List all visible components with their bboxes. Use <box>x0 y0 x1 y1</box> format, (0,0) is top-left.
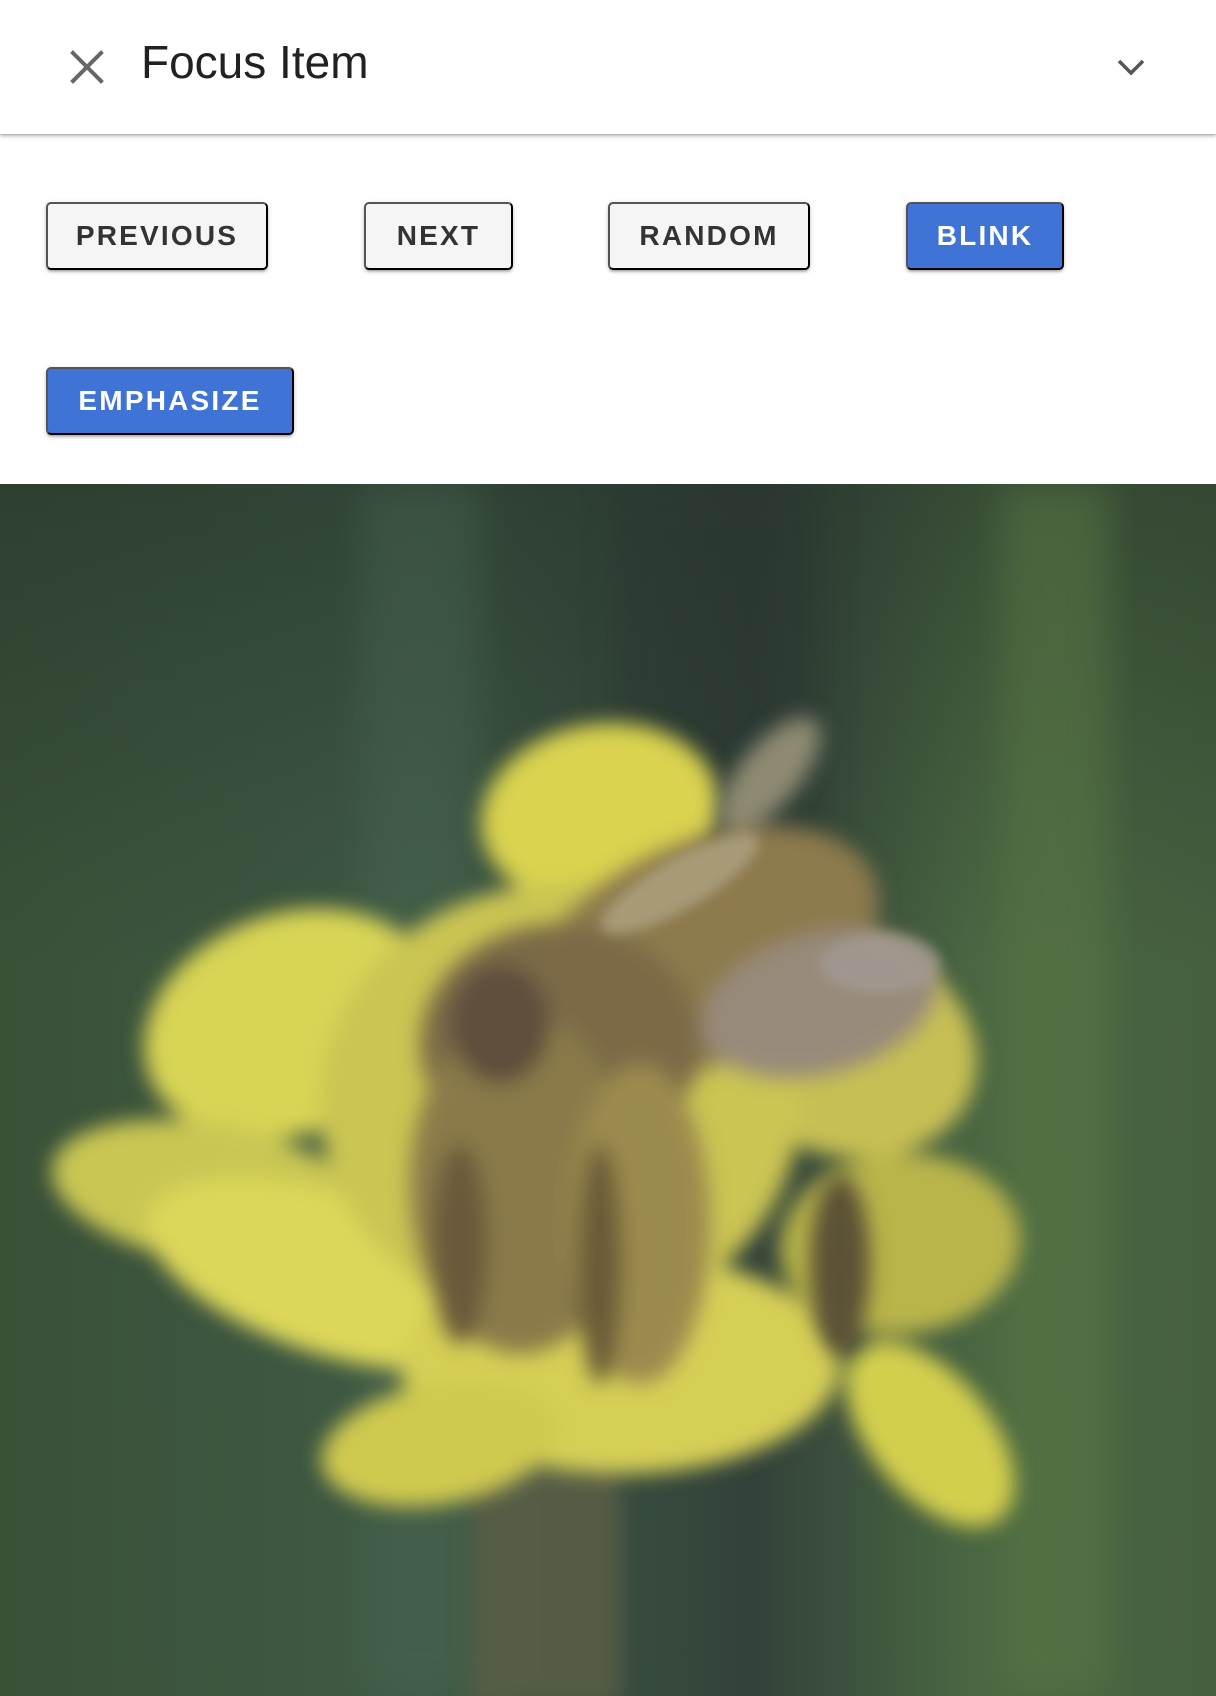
bee-on-flower-image <box>0 484 1216 1696</box>
close-icon <box>70 50 104 84</box>
controls-panel: PREVIOUS NEXT RANDOM BLINK EMPHASIZE <box>0 134 1216 484</box>
random-button[interactable]: RANDOM <box>608 202 810 270</box>
next-button[interactable]: NEXT <box>364 202 513 270</box>
previous-button[interactable]: PREVIOUS <box>46 202 268 270</box>
page-title: Focus Item <box>141 36 369 88</box>
expand-button[interactable] <box>1106 42 1156 92</box>
close-button[interactable] <box>62 42 112 92</box>
chevron-down-icon <box>1117 59 1145 76</box>
focus-image <box>0 484 1216 1696</box>
focus-item-header: Focus Item <box>0 0 1216 134</box>
blink-button[interactable]: BLINK <box>906 202 1064 270</box>
emphasize-button[interactable]: EMPHASIZE <box>46 367 294 435</box>
